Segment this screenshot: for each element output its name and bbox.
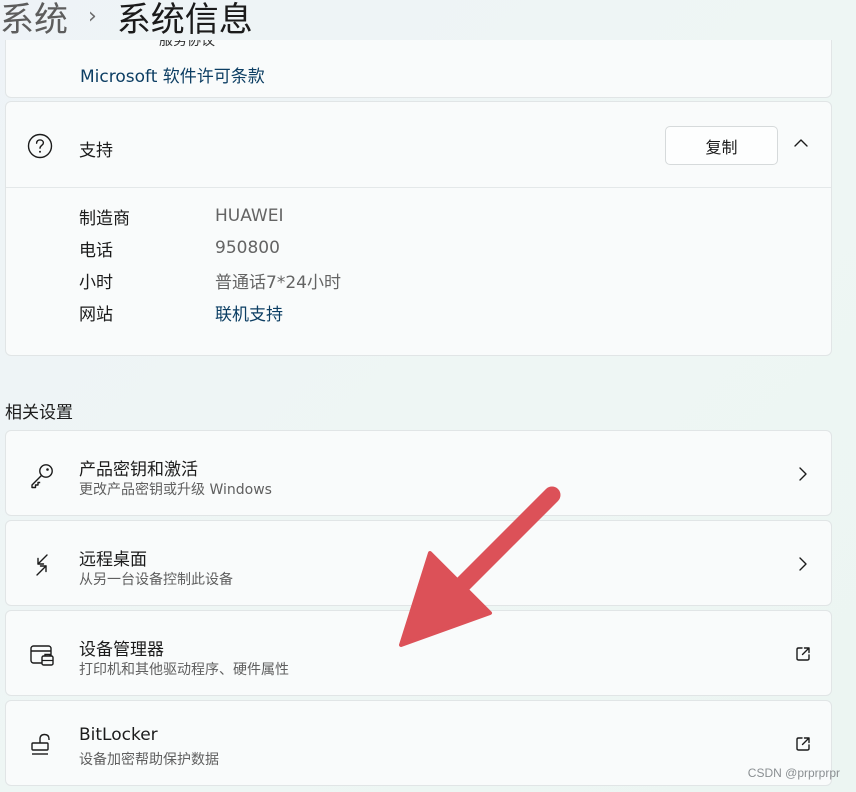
chevron-up-icon[interactable] <box>793 137 809 149</box>
item-subtitle: 从另一台设备控制此设备 <box>79 572 233 588</box>
related-settings-title: 相关设置 <box>5 403 73 423</box>
support-row-manufacturer: 制造商 HUAWEI <box>79 200 341 232</box>
online-support-link[interactable]: 联机支持 <box>215 300 283 325</box>
support-row-hours: 小时 普通话7*24小时 <box>79 264 341 296</box>
license-card: 服务协议 Microsoft 软件许可条款 <box>5 40 832 98</box>
breadcrumb: 系统 › 系统信息 <box>0 0 253 42</box>
bitlocker-item[interactable]: BitLocker 设备加密帮助保护数据 <box>5 700 832 786</box>
breadcrumb-parent-system[interactable]: 系统 <box>0 0 68 41</box>
chevron-right-icon <box>799 557 807 571</box>
support-title: 支持 <box>79 141 113 161</box>
copy-button[interactable]: 复制 <box>665 126 778 165</box>
item-subtitle: 设备加密帮助保护数据 <box>79 752 219 768</box>
support-row-key: 网站 <box>79 304 113 325</box>
item-title: 设备管理器 <box>79 640 164 660</box>
chevron-right-icon <box>799 467 807 481</box>
external-link-icon <box>796 737 810 751</box>
support-row-value: 普通话7*24小时 <box>215 272 341 293</box>
item-title: BitLocker <box>79 725 158 745</box>
support-card: 支持 复制 制造商 HUAWEI 电话 950800 小时 普通话7*24小时 … <box>5 101 832 356</box>
watermark: CSDN @prprprpr <box>747 766 840 780</box>
key-icon <box>31 464 53 489</box>
item-subtitle: 打印机和其他驱动程序、硬件属性 <box>79 662 289 678</box>
item-subtitle: 更改产品密钥或升级 Windows <box>79 482 272 498</box>
support-header[interactable]: 支持 复制 <box>6 102 831 188</box>
page-title: 系统信息 <box>116 0 253 40</box>
item-title: 远程桌面 <box>79 550 147 570</box>
breadcrumb-separator-icon: › <box>88 3 97 29</box>
device-manager-item[interactable]: 设备管理器 打印机和其他驱动程序、硬件属性 <box>5 610 832 696</box>
license-cut-text: 服务协议 <box>159 40 215 48</box>
support-row-key: 制造商 <box>79 208 130 229</box>
remote-desktop-icon <box>36 554 48 576</box>
support-row-phone: 电话 950800 <box>79 232 341 264</box>
remote-desktop-item[interactable]: 远程桌面 从另一台设备控制此设备 <box>5 520 832 606</box>
support-row-value: 950800 <box>215 238 280 258</box>
help-icon <box>27 133 53 159</box>
support-row-key: 小时 <box>79 272 113 293</box>
item-title: 产品密钥和激活 <box>79 460 198 480</box>
support-details: 制造商 HUAWEI 电话 950800 小时 普通话7*24小时 网站 联机支… <box>79 200 341 328</box>
support-row-website: 网站 联机支持 <box>79 296 341 328</box>
device-manager-icon <box>30 645 54 666</box>
support-row-key: 电话 <box>79 240 113 261</box>
lock-icon <box>31 733 50 755</box>
product-key-activation-item[interactable]: 产品密钥和激活 更改产品密钥或升级 Windows <box>5 430 832 516</box>
support-row-value: HUAWEI <box>215 206 284 226</box>
external-link-icon <box>796 647 810 661</box>
license-terms-link[interactable]: Microsoft 软件许可条款 <box>80 62 265 87</box>
